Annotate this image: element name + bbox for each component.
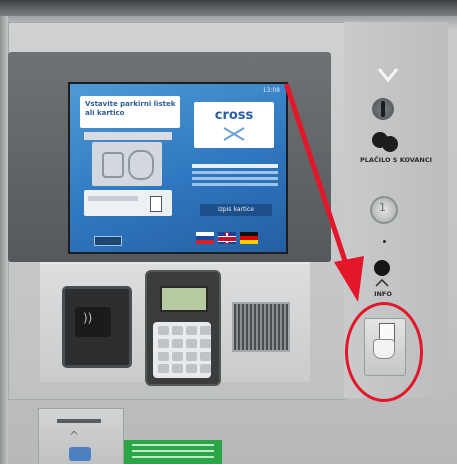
parking-payment-machine-photo: 13:08 Vstavite parkirni listek ali karti… xyxy=(0,0,457,464)
annotation-arrow-icon xyxy=(284,83,364,302)
